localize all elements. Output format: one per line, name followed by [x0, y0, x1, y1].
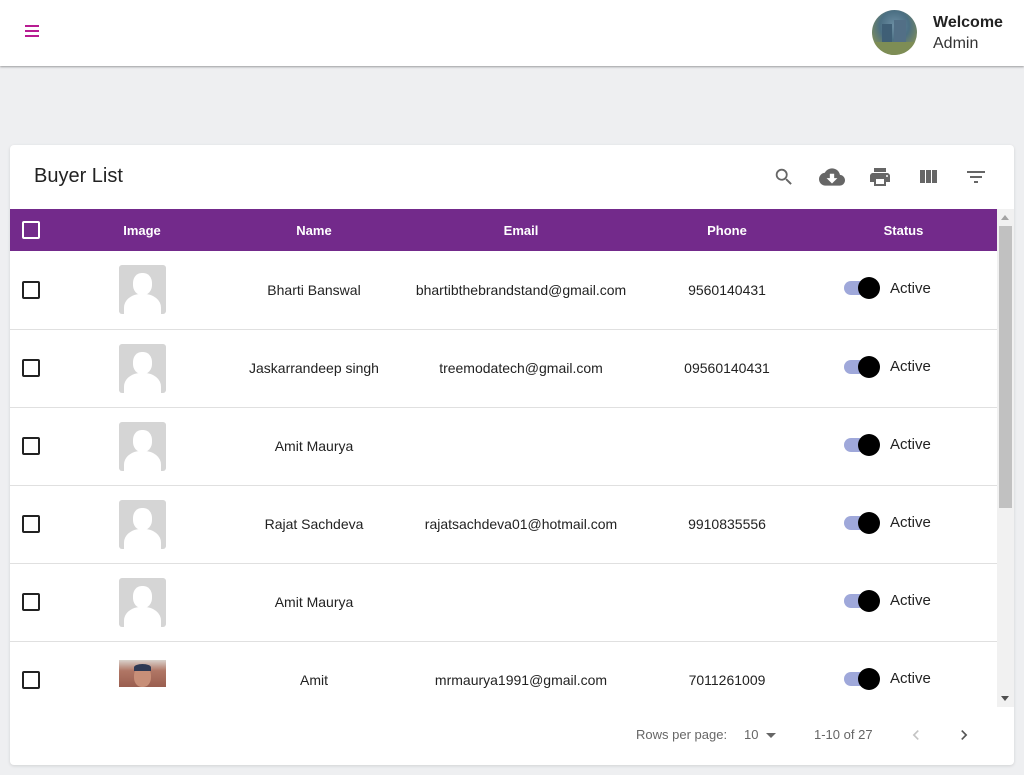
- dropdown-caret-icon: [766, 733, 777, 739]
- filter-button[interactable]: [952, 162, 1000, 192]
- pagination-range: 1-10 of 27: [814, 727, 873, 742]
- buyer-phone: 09560140431: [684, 360, 770, 376]
- buyer-email: mrmaurya1991@gmail.com: [434, 672, 608, 688]
- view-columns-icon: [920, 170, 937, 183]
- buyer-email: bhartibthebrandstand@gmail.com: [415, 281, 627, 298]
- table-toolbar: [760, 162, 1000, 192]
- table-row[interactable]: Amit mrmaurya1991@gmail.com 7011261009 A…: [10, 641, 997, 707]
- buyer-phone: 9910835556: [688, 516, 766, 532]
- table-row[interactable]: Rajat Sachdeva rajatsachdeva01@hotmail.c…: [10, 485, 997, 563]
- cloud-download-icon: [819, 168, 845, 186]
- status-toggle[interactable]: [842, 589, 880, 612]
- status-toggle[interactable]: [842, 355, 880, 378]
- top-app-bar: Welcome Admin: [0, 0, 1024, 66]
- page-title: Buyer List: [34, 165, 123, 187]
- buyer-email: [398, 407, 644, 485]
- buyer-phone: [644, 407, 810, 485]
- buyer-name: Bharti Banswal: [267, 281, 361, 298]
- avatar-placeholder: [118, 499, 166, 549]
- rows-per-page-value: 10: [744, 727, 759, 742]
- filter-list-icon: [967, 171, 985, 183]
- status-toggle[interactable]: [842, 433, 880, 456]
- table-header-row: Image Name Email Phone Status: [10, 209, 997, 251]
- avatar-placeholder: [118, 577, 166, 627]
- table-scrollbar[interactable]: [997, 209, 1014, 707]
- row-checkbox[interactable]: [22, 437, 40, 456]
- table-row[interactable]: Bharti Banswal bhartibthebrandstand@gmai…: [10, 251, 997, 329]
- table-row[interactable]: Amit Maurya Active: [10, 563, 997, 641]
- select-all-checkbox[interactable]: [22, 221, 40, 239]
- status-label: Active: [890, 670, 931, 687]
- column-header-phone[interactable]: Phone: [644, 209, 810, 251]
- buyer-email: treemodatech@gmail.com: [439, 360, 603, 376]
- search-icon: [775, 168, 792, 185]
- previous-page-button[interactable]: [906, 725, 926, 745]
- column-header-name[interactable]: Name: [230, 209, 398, 251]
- avatar-placeholder: [118, 343, 166, 393]
- buyer-email: [398, 563, 644, 641]
- avatar[interactable]: [872, 10, 917, 55]
- buyer-name: Amit: [300, 672, 328, 688]
- avatar-placeholder: [118, 265, 166, 315]
- row-checkbox[interactable]: [22, 359, 40, 378]
- table-row[interactable]: Amit Maurya Active: [10, 407, 997, 485]
- status-toggle[interactable]: [842, 667, 880, 690]
- buyer-phone: 9560140431: [688, 281, 766, 298]
- download-button[interactable]: [808, 162, 856, 192]
- table-row[interactable]: Jaskarrandeep singh treemodatech@gmail.c…: [10, 329, 997, 407]
- buyer-name: Jaskarrandeep singh: [249, 360, 379, 376]
- status-toggle[interactable]: [842, 277, 880, 300]
- scroll-down-arrow-icon[interactable]: [1001, 696, 1009, 701]
- status-label: Active: [890, 436, 931, 453]
- buyer-photo: [118, 660, 166, 687]
- rows-per-page-label: Rows per page:: [636, 727, 728, 742]
- column-header-status[interactable]: Status: [810, 209, 997, 251]
- status-toggle[interactable]: [842, 511, 880, 534]
- row-checkbox[interactable]: [22, 515, 40, 534]
- status-label: Active: [890, 358, 931, 375]
- chevron-right-icon: [961, 730, 968, 740]
- row-checkbox[interactable]: [22, 280, 40, 299]
- row-checkbox[interactable]: [22, 593, 40, 612]
- welcome-label: Welcome: [933, 13, 1003, 31]
- row-checkbox[interactable]: [22, 671, 40, 690]
- status-label: Active: [890, 514, 931, 531]
- hamburger-menu-icon[interactable]: [22, 21, 42, 41]
- rows-per-page-select[interactable]: 10: [744, 727, 777, 742]
- buyer-name: Amit Maurya: [274, 594, 354, 610]
- buyer-table: Image Name Email Phone Status Bharti Ban…: [10, 209, 997, 707]
- search-button[interactable]: [760, 162, 808, 192]
- buyer-table-container: Image Name Email Phone Status Bharti Ban…: [10, 209, 1014, 707]
- scrollbar-thumb[interactable]: [999, 226, 1012, 508]
- status-label: Active: [890, 279, 931, 297]
- print-icon: [870, 168, 890, 186]
- buyer-name: Amit Maurya: [274, 438, 354, 454]
- view-columns-button[interactable]: [904, 162, 952, 192]
- buyer-email: rajatsachdeva01@hotmail.com: [424, 516, 618, 532]
- user-profile[interactable]: Welcome Admin: [872, 10, 1003, 55]
- column-header-image[interactable]: Image: [54, 209, 230, 251]
- buyer-phone: 7011261009: [688, 672, 766, 688]
- column-header-email[interactable]: Email: [398, 209, 644, 251]
- next-page-button[interactable]: [954, 725, 974, 745]
- print-button[interactable]: [856, 162, 904, 192]
- user-name: Admin: [933, 34, 979, 52]
- buyer-name: Rajat Sachdeva: [264, 516, 364, 532]
- buyer-list-card: Buyer List Image Name Email Phone Status…: [10, 145, 1014, 765]
- status-label: Active: [890, 592, 931, 609]
- scroll-up-arrow-icon[interactable]: [1001, 215, 1009, 220]
- buyer-phone: [644, 563, 810, 641]
- table-pagination: Rows per page: 10 1-10 of 27: [10, 707, 1014, 765]
- avatar-placeholder: [118, 421, 166, 471]
- chevron-left-icon: [912, 730, 919, 740]
